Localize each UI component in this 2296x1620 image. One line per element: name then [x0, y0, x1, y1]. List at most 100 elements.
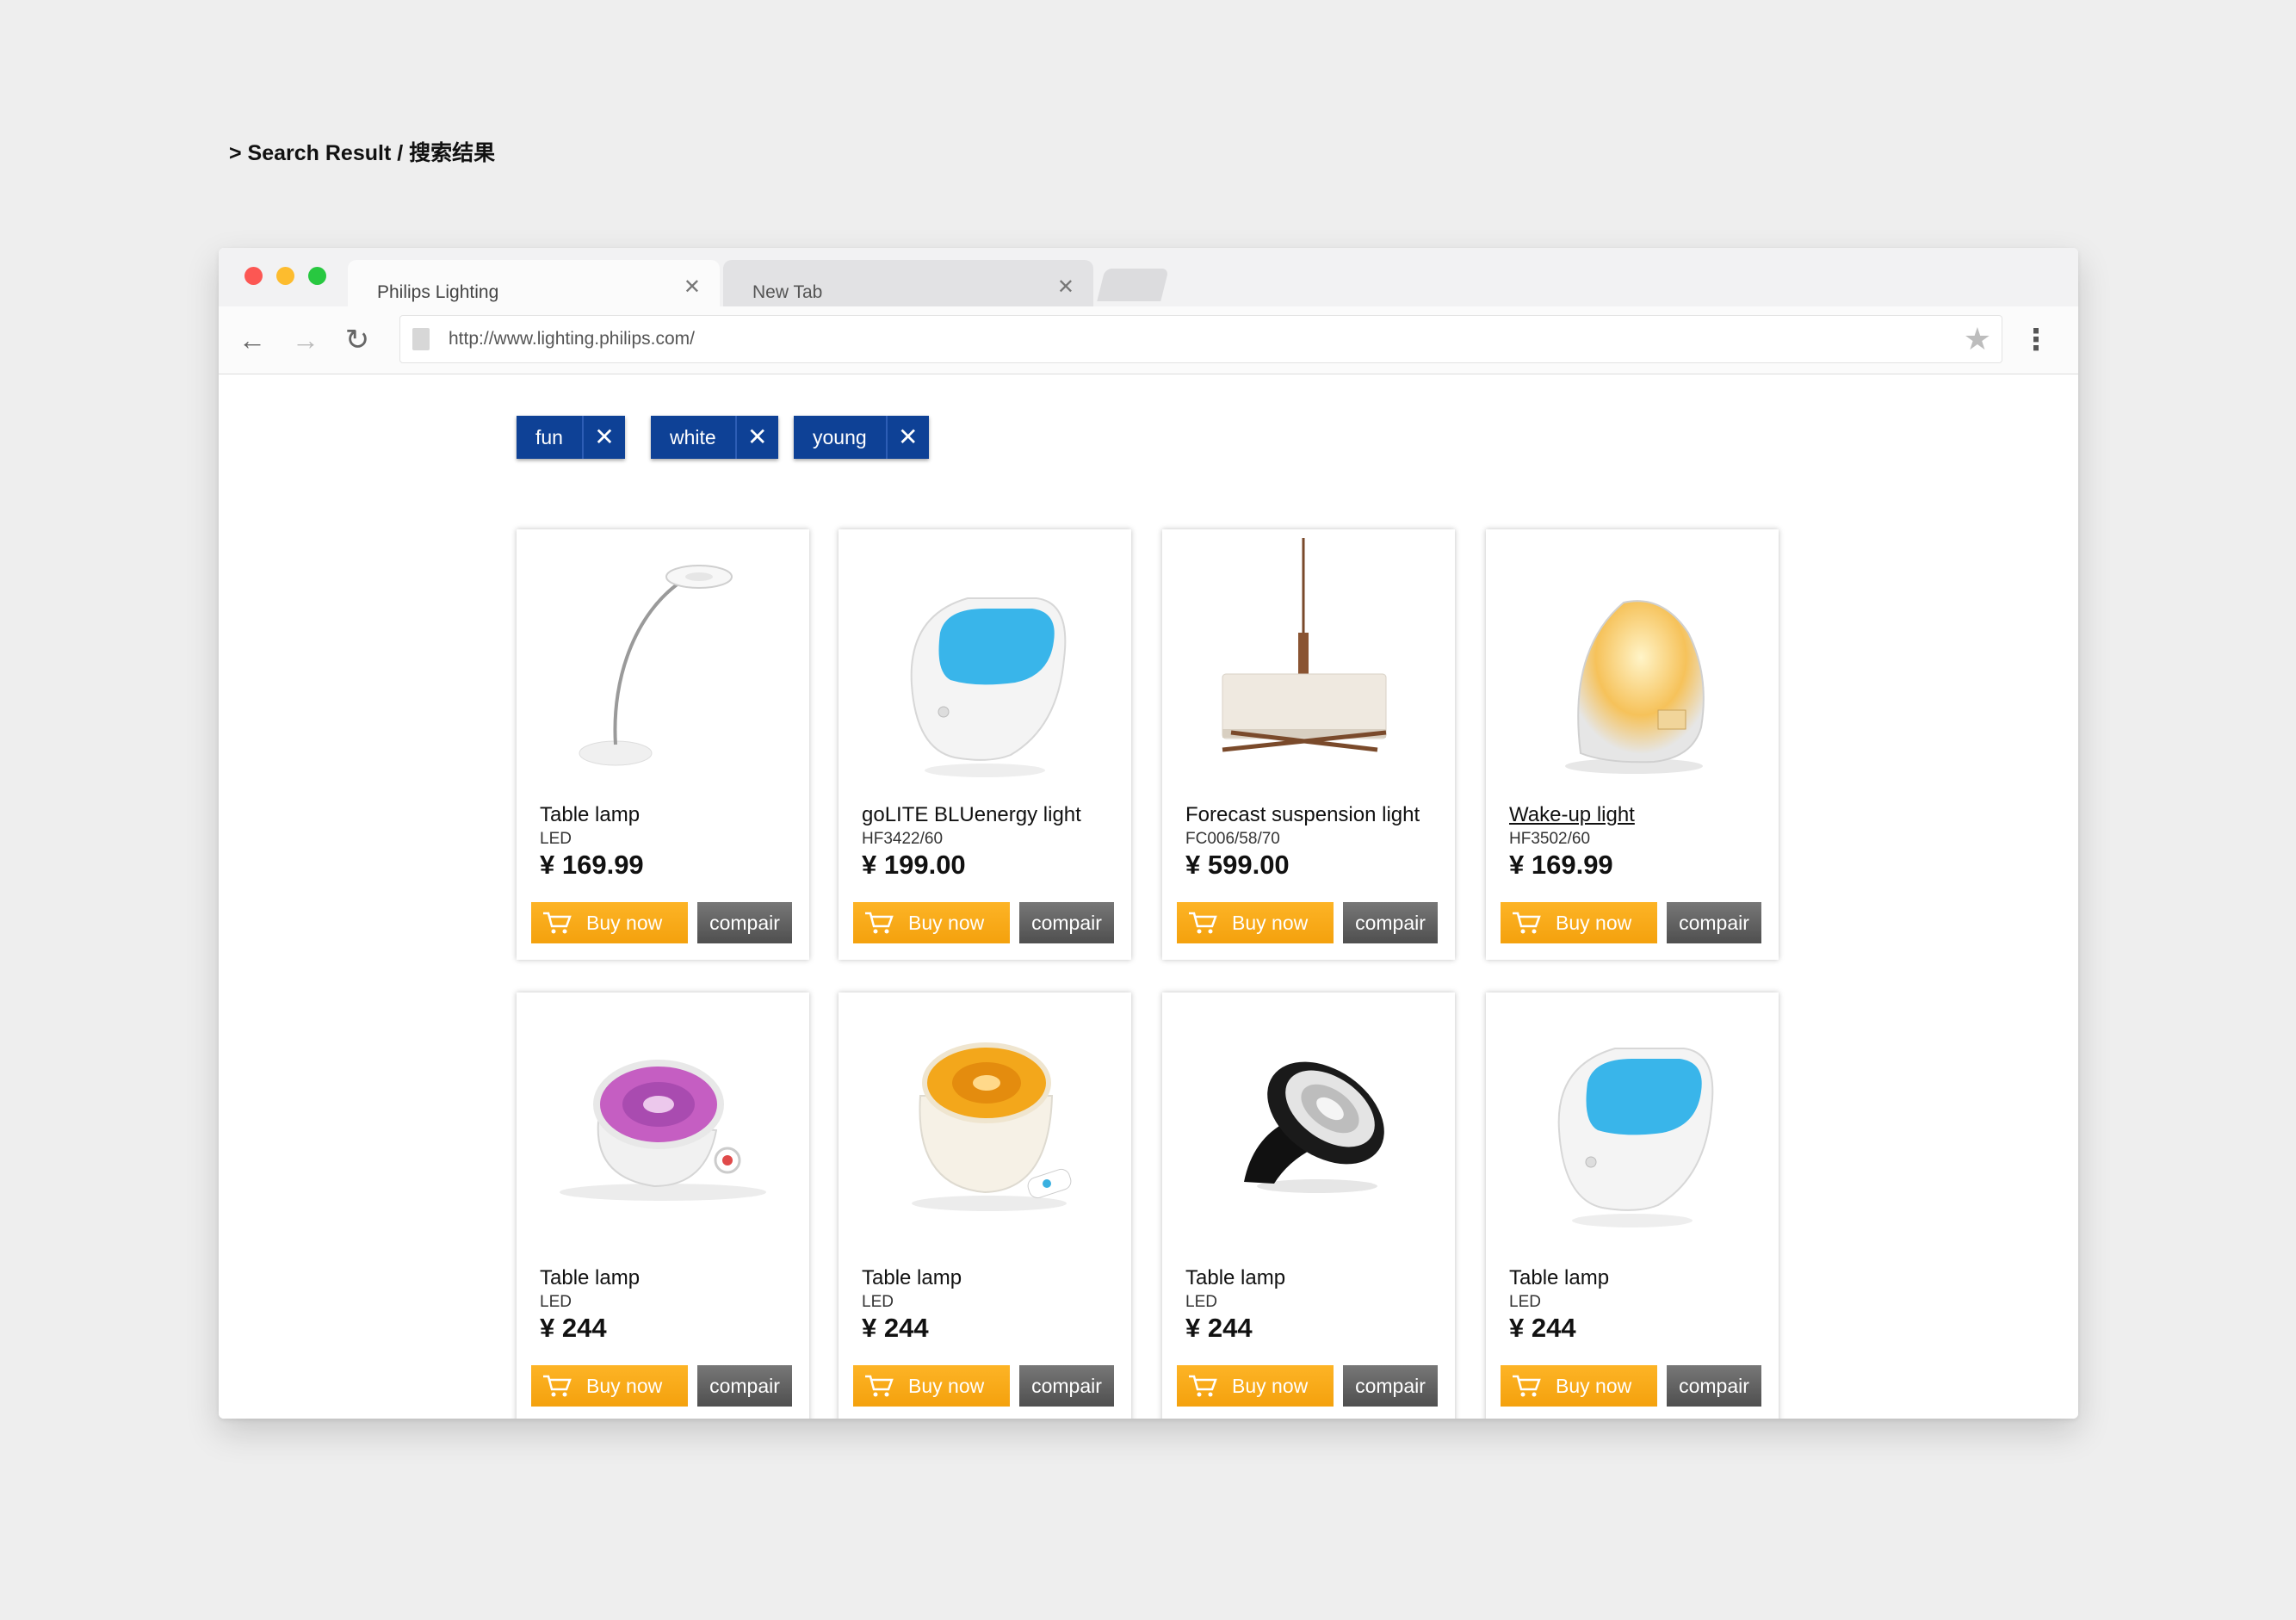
tab-new-tab[interactable]: New Tab ✕ [723, 260, 1093, 306]
wakeup-light-image [1565, 600, 1705, 774]
filter-chip-label: fun [517, 416, 584, 459]
cart-icon [1513, 912, 1541, 934]
tab-label: New Tab [752, 282, 823, 302]
page-content: fun ✕ white ✕ young ✕ Table lamp LED ¥ 1… [219, 374, 2078, 1419]
browser-toolbar: ← → ↻ http://www.lighting.philips.com/ ★… [219, 306, 2078, 374]
purple-iris-lamp-image [560, 1060, 766, 1201]
maximize-window-button[interactable] [308, 267, 326, 285]
product-card[interactable]: Table lamp LED ¥ 244 Buy now compair [517, 992, 809, 1419]
product-price: ¥ 169.99 [540, 850, 644, 880]
buy-now-label: Buy now [908, 1375, 985, 1397]
buy-now-label: Buy now [586, 912, 663, 934]
product-price: ¥ 244 [1509, 1313, 1576, 1343]
tab-label: Philips Lighting [377, 282, 499, 302]
close-icon[interactable]: ✕ [684, 277, 701, 298]
compare-button[interactable]: compair [1667, 1365, 1761, 1407]
product-price: ¥ 599.00 [1185, 850, 1290, 880]
cart-icon [865, 1375, 894, 1397]
product-price: ¥ 244 [862, 1313, 929, 1343]
product-name[interactable]: Wake-up light [1509, 803, 1635, 827]
product-model: LED [1509, 1293, 1541, 1311]
product-card[interactable]: goLITE BLUenergy light HF3422/60 ¥ 199.0… [839, 529, 1131, 960]
close-icon[interactable]: ✕ [1057, 277, 1074, 298]
product-model: HF3422/60 [862, 830, 944, 848]
cart-icon [865, 912, 894, 934]
product-price: ¥ 244 [540, 1313, 607, 1343]
product-name[interactable]: Table lamp [540, 1266, 640, 1290]
buy-now-button[interactable]: Buy now [531, 1365, 688, 1407]
product-name[interactable]: Table lamp [1185, 1266, 1285, 1290]
product-model: LED [540, 830, 572, 848]
more-menu-icon[interactable]: ⋮ [2021, 325, 2051, 355]
compare-button[interactable]: compair [1667, 902, 1761, 943]
product-card[interactable]: Table lamp LED ¥ 244 Buy now compair [1162, 992, 1455, 1419]
close-window-button[interactable] [244, 267, 263, 285]
buy-now-button[interactable]: Buy now [531, 902, 688, 943]
buy-now-button[interactable]: Buy now [1501, 1365, 1657, 1407]
tab-strip: Philips Lighting ✕ New Tab ✕ [219, 248, 2078, 306]
golite-light-image [1557, 1048, 1714, 1227]
remove-filter-icon[interactable]: ✕ [736, 416, 778, 459]
pendant-light-image [1222, 538, 1387, 752]
golite-light-image [910, 597, 1067, 777]
filter-chip-label: white [651, 416, 737, 459]
cart-icon [1513, 1375, 1541, 1397]
product-name[interactable]: Table lamp [1509, 1266, 1609, 1290]
cart-icon [543, 912, 572, 934]
compare-button[interactable]: compair [1343, 902, 1438, 943]
buy-now-label: Buy now [1232, 912, 1309, 934]
back-arrow-icon[interactable]: ← [238, 325, 267, 355]
buy-now-label: Buy now [586, 1375, 663, 1397]
filter-chip-label: young [794, 416, 888, 459]
bookmark-star-icon[interactable]: ★ [1964, 321, 1991, 357]
product-model: LED [1185, 1293, 1217, 1311]
cart-icon [1189, 1375, 1217, 1397]
compare-button[interactable]: compair [697, 902, 792, 943]
buy-now-label: Buy now [1556, 912, 1632, 934]
product-card[interactable]: Forecast suspension light FC006/58/70 ¥ … [1162, 529, 1455, 960]
remove-filter-icon[interactable]: ✕ [583, 416, 625, 459]
compare-button[interactable]: compair [1019, 902, 1114, 943]
minimize-window-button[interactable] [276, 267, 294, 285]
buy-now-label: Buy now [908, 912, 985, 934]
product-name[interactable]: Table lamp [862, 1266, 962, 1290]
compare-button[interactable]: compair [1019, 1365, 1114, 1407]
orange-bloom-lamp-image [912, 1042, 1072, 1211]
product-model: FC006/58/70 [1185, 830, 1280, 848]
buy-now-button[interactable]: Buy now [1501, 902, 1657, 943]
filter-chip-fun[interactable]: fun ✕ [517, 416, 625, 459]
compare-button[interactable]: compair [1343, 1365, 1438, 1407]
desk-lamp-image [579, 565, 733, 766]
product-card[interactable]: Wake-up light HF3502/60 ¥ 169.99 Buy now… [1486, 529, 1779, 960]
product-price: ¥ 244 [1185, 1313, 1253, 1343]
buy-now-button[interactable]: Buy now [853, 902, 1010, 943]
product-card[interactable]: Table lamp LED ¥ 244 Buy now compair [1486, 992, 1779, 1419]
page-icon [412, 328, 430, 350]
product-price: ¥ 199.00 [862, 850, 966, 880]
buy-now-label: Buy now [1556, 1375, 1632, 1397]
filter-chip-white[interactable]: white ✕ [651, 416, 778, 459]
compare-button[interactable]: compair [697, 1365, 792, 1407]
address-bar[interactable]: http://www.lighting.philips.com/ ★ [399, 315, 2002, 363]
buy-now-button[interactable]: Buy now [1177, 1365, 1334, 1407]
product-name[interactable]: Table lamp [540, 803, 640, 827]
forward-arrow-icon[interactable]: → [291, 325, 320, 355]
cart-icon [1189, 912, 1217, 934]
product-name[interactable]: Forecast suspension light [1185, 803, 1420, 827]
product-name[interactable]: goLITE BLUenergy light [862, 803, 1081, 827]
url-text[interactable]: http://www.lighting.philips.com/ [449, 329, 695, 349]
reload-icon[interactable]: ↻ [343, 325, 372, 355]
product-card[interactable]: Table lamp LED ¥ 244 Buy now compair [839, 992, 1131, 1419]
product-model: LED [540, 1293, 572, 1311]
new-tab-button[interactable] [1097, 269, 1169, 301]
product-price: ¥ 169.99 [1509, 850, 1613, 880]
product-model: LED [862, 1293, 894, 1311]
tab-philips-lighting[interactable]: Philips Lighting ✕ [348, 260, 720, 306]
black-bloom-lamp-image [1244, 1061, 1384, 1193]
filter-chip-young[interactable]: young ✕ [794, 416, 929, 459]
buy-now-button[interactable]: Buy now [1177, 902, 1334, 943]
remove-filter-icon[interactable]: ✕ [887, 416, 929, 459]
cart-icon [543, 1375, 572, 1397]
product-card[interactable]: Table lamp LED ¥ 169.99 Buy now compair [517, 529, 809, 960]
buy-now-button[interactable]: Buy now [853, 1365, 1010, 1407]
